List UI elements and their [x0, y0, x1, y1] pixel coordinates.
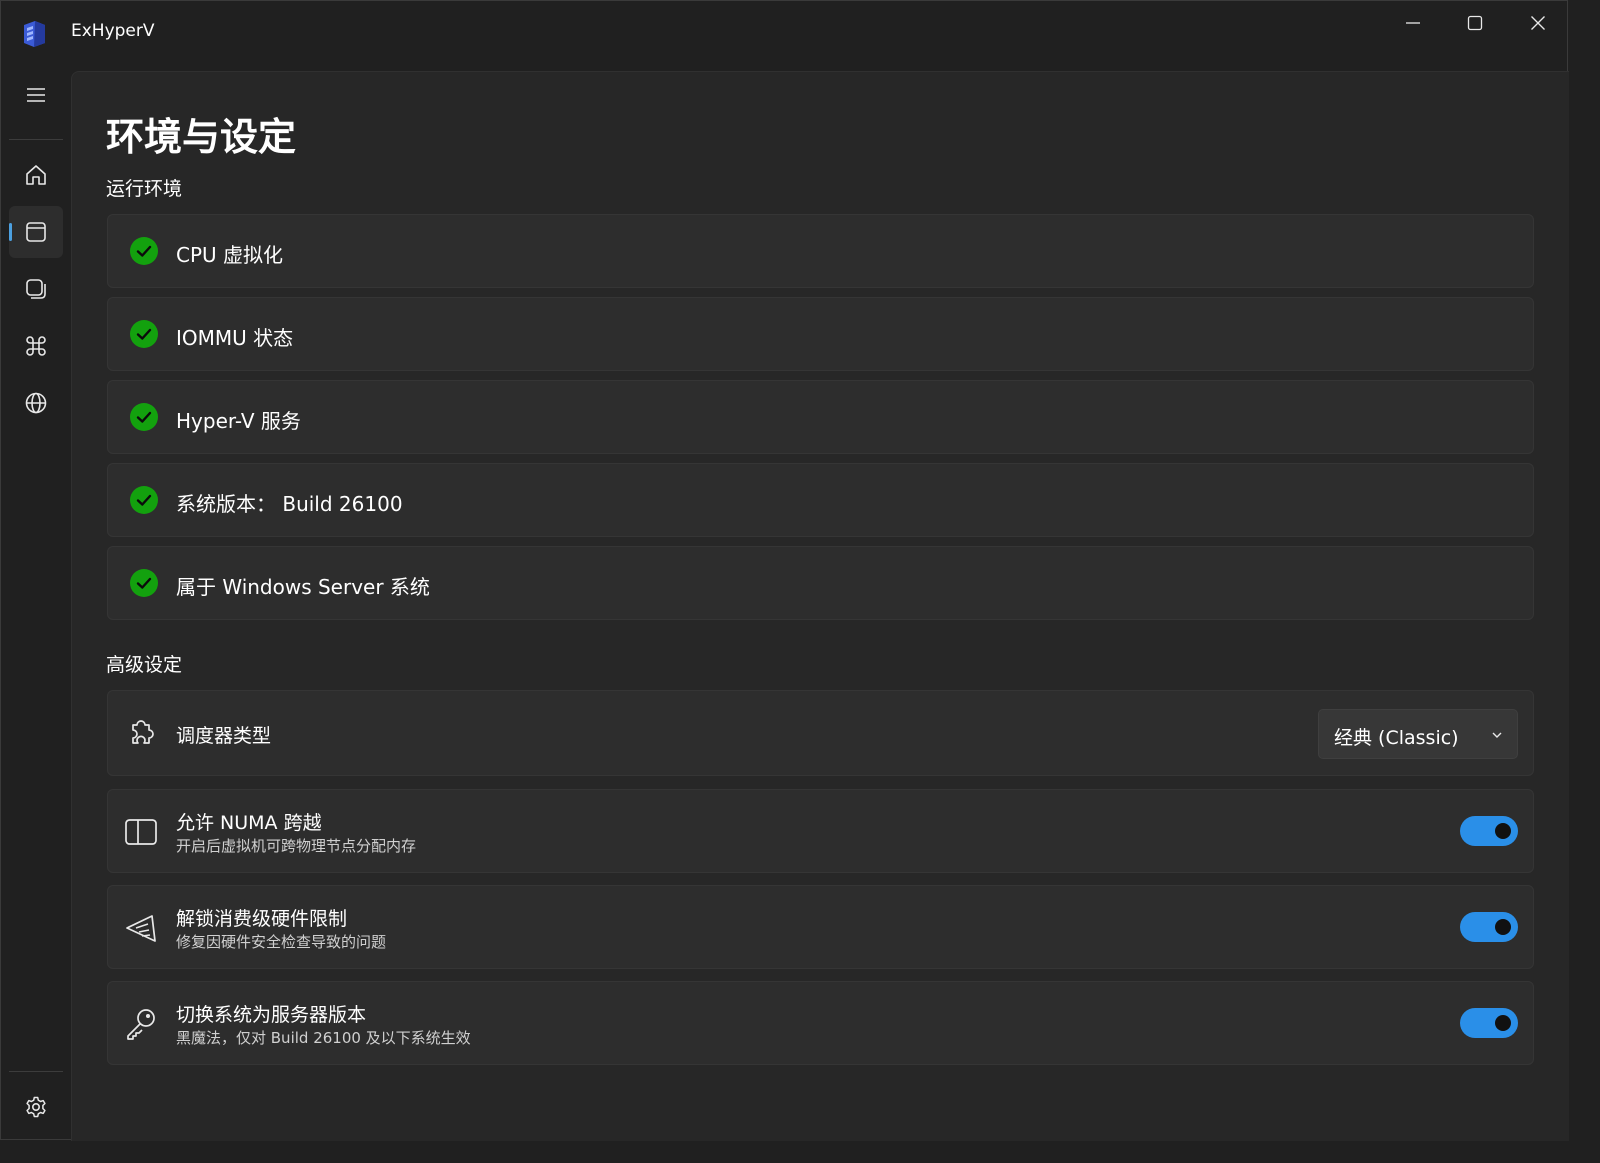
scheduler-type-dropdown[interactable]: 经典 (Classic) — [1318, 709, 1518, 759]
status-card-iommu: IOMMU 状态 — [107, 297, 1534, 371]
window-icon — [26, 222, 46, 242]
status-label: 属于 Windows Server 系统 — [176, 575, 430, 599]
setting-description: 修复因硬件安全检查导致的问题 — [176, 933, 387, 951]
dropdown-value: 经典 (Classic) — [1334, 727, 1459, 749]
status-label: Hyper-V 服务 — [176, 409, 301, 433]
check-circle-icon — [130, 403, 158, 431]
puzzle-icon — [132, 720, 154, 744]
page-title: 环境与设定 — [106, 115, 297, 159]
hamburger-icon — [27, 88, 45, 102]
status-label: 系统版本： Build 26100 — [176, 492, 403, 516]
setting-title: 切换系统为服务器版本 — [176, 1004, 367, 1026]
status-card-hyperv: Hyper-V 服务 — [107, 380, 1534, 454]
toggle-knob — [1495, 823, 1511, 839]
menu-toggle-button[interactable] — [9, 69, 63, 121]
wand-icon — [126, 915, 156, 942]
selection-indicator — [9, 223, 12, 241]
split-panel-icon — [125, 819, 157, 845]
title-bar: ExHyperV — [1, 1, 1567, 65]
sidebar-item-environment[interactable] — [9, 206, 63, 258]
minimize-icon — [1406, 22, 1420, 24]
check-circle-icon — [130, 237, 158, 265]
setting-card-server: 切换系统为服务器版本 黑魔法，仅对 Build 26100 及以下系统生效 — [107, 981, 1534, 1065]
app-window: ExHyperV 环境与设定 运行环境 CPU 虚拟化 IOMMU 状态 Hyp… — [0, 0, 1569, 1141]
section-label-advanced: 高级设定 — [106, 654, 183, 676]
setting-title: 解锁消费级硬件限制 — [176, 908, 348, 930]
home-icon — [26, 165, 46, 185]
check-circle-icon — [130, 320, 158, 348]
unlock-toggle[interactable] — [1460, 912, 1518, 942]
close-icon — [1531, 16, 1545, 30]
check-circle-icon — [130, 569, 158, 597]
setting-title: 调度器类型 — [176, 725, 272, 747]
key-icon — [127, 1009, 155, 1040]
status-card-cpu: CPU 虚拟化 — [107, 214, 1534, 288]
sidebar — [1, 65, 71, 1141]
sidebar-item-network[interactable] — [9, 377, 63, 429]
status-card-server: 属于 Windows Server 系统 — [107, 546, 1534, 620]
minimize-button[interactable] — [1383, 1, 1443, 45]
close-button[interactable] — [1508, 1, 1568, 45]
numa-toggle[interactable] — [1460, 816, 1518, 846]
maximize-icon — [1467, 15, 1483, 31]
sidebar-divider — [9, 1071, 63, 1072]
status-label: CPU 虚拟化 — [176, 243, 284, 267]
main-content: 环境与设定 运行环境 CPU 虚拟化 IOMMU 状态 Hyper-V 服务 系… — [71, 71, 1569, 1141]
sidebar-item-command[interactable] — [9, 320, 63, 372]
check-circle-icon — [130, 486, 158, 514]
gear-icon — [26, 1096, 46, 1118]
sidebar-item-home[interactable] — [9, 149, 63, 201]
setting-description: 开启后虚拟机可跨物理节点分配内存 — [176, 837, 417, 855]
sidebar-item-vm[interactable] — [9, 263, 63, 315]
setting-description: 黑魔法，仅对 Build 26100 及以下系统生效 — [176, 1029, 471, 1047]
app-logo-icon — [24, 21, 45, 47]
setting-card-numa: 允许 NUMA 跨越 开启后虚拟机可跨物理节点分配内存 — [107, 789, 1534, 873]
setting-title: 允许 NUMA 跨越 — [176, 812, 322, 834]
sidebar-item-settings[interactable] — [9, 1081, 63, 1133]
toggle-knob — [1495, 1015, 1511, 1031]
maximize-button[interactable] — [1445, 1, 1505, 45]
globe-icon — [25, 392, 47, 414]
setting-card-scheduler: 调度器类型 经典 (Classic) — [107, 690, 1534, 776]
sidebar-divider — [9, 139, 63, 140]
status-label: IOMMU 状态 — [176, 326, 294, 350]
setting-card-unlock: 解锁消费级硬件限制 修复因硬件安全检查导致的问题 — [107, 885, 1534, 969]
status-card-build: 系统版本： Build 26100 — [107, 463, 1534, 537]
section-label-runtime: 运行环境 — [106, 178, 183, 200]
server-version-toggle[interactable] — [1460, 1008, 1518, 1038]
command-icon — [26, 336, 46, 356]
toggle-knob — [1495, 919, 1511, 935]
chevron-down-icon — [1492, 732, 1502, 738]
app-title: ExHyperV — [71, 21, 155, 41]
stacked-squares-icon — [26, 279, 46, 299]
